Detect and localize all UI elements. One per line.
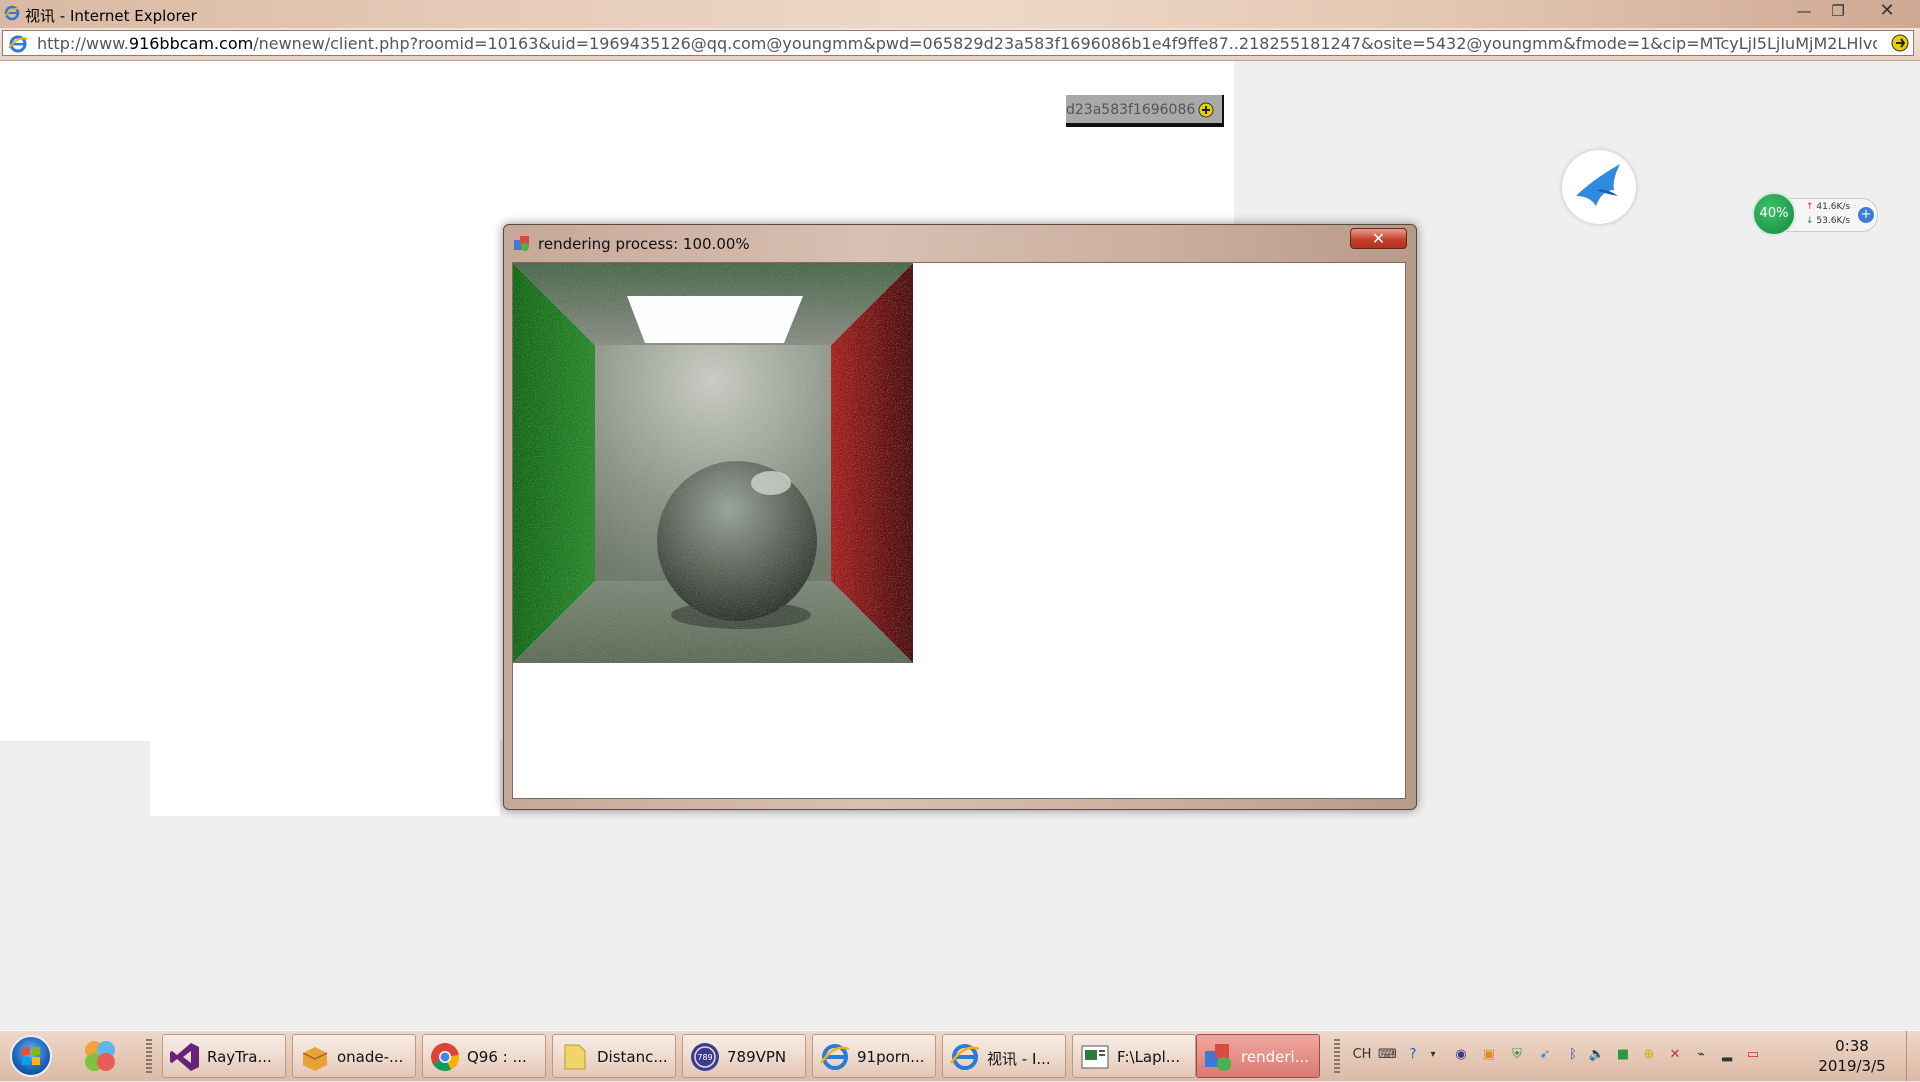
taskbar-item-folder[interactable]: Distanc... bbox=[552, 1034, 676, 1078]
package-tray-icon[interactable]: ▣ bbox=[1480, 1046, 1498, 1064]
vpn-tray-icon[interactable]: ◉ bbox=[1452, 1046, 1470, 1064]
dialog-close-button[interactable]: ✕ bbox=[1350, 228, 1407, 249]
clock[interactable]: 0:38 2019/3/5 bbox=[1804, 1036, 1900, 1076]
taskbar-item-image-viewer[interactable]: F:\Lapl... bbox=[1072, 1034, 1196, 1078]
clock-time: 0:38 bbox=[1835, 1037, 1869, 1055]
signal-icon[interactable]: ▂ bbox=[1718, 1046, 1736, 1064]
dialog-title: rendering process: 100.00% bbox=[538, 235, 750, 253]
bird-tray-icon[interactable]: ➹ bbox=[1536, 1046, 1554, 1064]
page-embedded-widget[interactable]: d23a583f1696086 bbox=[1066, 95, 1224, 127]
taskbar: RayTra... onade-... Q96 : ... Distanc...… bbox=[0, 1030, 1920, 1081]
dialog-client-area bbox=[512, 262, 1406, 799]
visual-studio-icon bbox=[170, 1043, 199, 1071]
taskbar-item-vpn[interactable]: 789 789VPN bbox=[682, 1034, 806, 1078]
keyboard-icon[interactable]: ⌨ bbox=[1378, 1046, 1397, 1064]
close-button[interactable]: ✕ bbox=[1870, 0, 1904, 22]
colorful-app-icon bbox=[85, 1041, 115, 1071]
folder-icon bbox=[564, 1044, 586, 1070]
taskbar-item-label: 视讯 - I... bbox=[987, 1050, 1051, 1068]
address-field[interactable]: http://www.916bbcam.com/newnew/client.ph… bbox=[2, 30, 1914, 56]
ie-icon bbox=[949, 1044, 980, 1070]
go-icon[interactable] bbox=[1891, 34, 1909, 52]
vpn-icon: 789 bbox=[691, 1043, 719, 1071]
plus-icon[interactable] bbox=[1198, 102, 1214, 118]
address-bar: http://www.916bbcam.com/newnew/client.ph… bbox=[0, 28, 1920, 61]
nvidia-icon[interactable]: ■ bbox=[1614, 1046, 1632, 1064]
taskbar-item-onade[interactable]: onade-... bbox=[292, 1034, 416, 1078]
taskbar-item-ie-2[interactable]: 视讯 - I... bbox=[942, 1034, 1066, 1078]
upload-rate-value: 41.6K/s bbox=[1816, 202, 1851, 212]
network-error-icon[interactable]: ✕ bbox=[1666, 1046, 1684, 1064]
ime-options-icon[interactable]: ▾ bbox=[1424, 1046, 1442, 1064]
app-icon bbox=[514, 236, 529, 251]
maximize-button[interactable]: ❐ bbox=[1823, 0, 1853, 22]
ie-icon bbox=[819, 1044, 850, 1070]
windows-logo-icon bbox=[22, 1047, 40, 1065]
start-button[interactable] bbox=[10, 1035, 52, 1077]
package-icon bbox=[302, 1047, 328, 1071]
taskbar-item-renderer[interactable]: renderi... bbox=[1196, 1034, 1320, 1078]
address-url[interactable]: http://www.916bbcam.com/newnew/client.ph… bbox=[37, 34, 1877, 53]
help-icon[interactable]: ? bbox=[1404, 1046, 1422, 1064]
taskbar-item-label: renderi... bbox=[1241, 1048, 1309, 1066]
taskbar-item-label: F:\Lapl... bbox=[1117, 1048, 1181, 1066]
image-viewer-icon bbox=[1081, 1045, 1109, 1069]
widget-text: d23a583f1696086 bbox=[1066, 102, 1196, 118]
taskbar-item-label: onade-... bbox=[337, 1048, 404, 1066]
bird-icon bbox=[1576, 164, 1620, 206]
page-content-lower bbox=[150, 740, 500, 816]
taskbar-item-ie-1[interactable]: 91porn... bbox=[812, 1034, 936, 1078]
minimize-button[interactable]: — bbox=[1790, 0, 1818, 22]
shield-icon[interactable]: ⛨ bbox=[1508, 1046, 1526, 1064]
render-dialog[interactable]: rendering process: 100.00% ✕ bbox=[503, 224, 1417, 810]
download-rate-value: 53.6K/s bbox=[1816, 216, 1851, 226]
taskbar-item-label: Q96 : ... bbox=[467, 1048, 527, 1066]
ie-icon bbox=[4, 5, 20, 21]
network-monitor[interactable]: 40% ↑ 41.6K/s ↓ 53.6K/s + bbox=[1752, 192, 1878, 236]
taskbar-grip[interactable] bbox=[146, 1039, 152, 1073]
up-arrow-icon: ↑ bbox=[1806, 202, 1814, 212]
download-rate: ↓ 53.6K/s bbox=[1806, 216, 1850, 226]
volume-icon[interactable]: 🔈 bbox=[1588, 1046, 1606, 1064]
app-icon bbox=[1205, 1044, 1231, 1071]
bird-widget[interactable] bbox=[1562, 150, 1636, 224]
ie-page-icon bbox=[8, 35, 28, 53]
taskbar-item-raytracer[interactable]: RayTra... bbox=[162, 1034, 286, 1078]
taskbar-item-label: Distanc... bbox=[597, 1048, 668, 1066]
wifi-icon[interactable]: ⌁ bbox=[1692, 1046, 1710, 1064]
plus-icon[interactable]: + bbox=[1858, 207, 1874, 223]
svg-text:789: 789 bbox=[697, 1053, 712, 1062]
system-tray: CH ⌨ ? ▾ ◉ ▣ ⛨ ➹ ᛒ 🔈 ■ ⊕ ✕ ⌁ ▂ ▭ bbox=[1330, 1031, 1830, 1081]
down-arrow-icon: ↓ bbox=[1806, 216, 1814, 226]
network-percent: 40% bbox=[1752, 192, 1796, 236]
taskbar-item-label: 789VPN bbox=[727, 1048, 787, 1066]
upload-rate: ↑ 41.6K/s bbox=[1806, 202, 1850, 212]
taskbar-item-label: RayTra... bbox=[207, 1048, 272, 1066]
taskbar-item-label: 91porn... bbox=[857, 1048, 925, 1066]
sphere-highlight bbox=[751, 471, 791, 495]
plus-tray-icon[interactable]: ⊕ bbox=[1640, 1046, 1658, 1064]
show-desktop-button[interactable] bbox=[1906, 1031, 1920, 1081]
window-title: 视讯 - Internet Explorer bbox=[25, 7, 197, 25]
language-indicator[interactable]: CH bbox=[1352, 1046, 1372, 1064]
glossy-sphere bbox=[657, 461, 817, 621]
clock-date: 2019/3/5 bbox=[1818, 1057, 1886, 1075]
rendered-image bbox=[513, 263, 913, 663]
bluetooth-icon[interactable]: ᛒ bbox=[1564, 1046, 1582, 1064]
tray-grip[interactable] bbox=[1334, 1039, 1340, 1073]
chrome-icon bbox=[431, 1043, 460, 1071]
ceiling-light bbox=[627, 296, 803, 343]
pinned-app-button[interactable] bbox=[78, 1034, 134, 1078]
browser-titlebar[interactable]: 视讯 - Internet Explorer — ❐ ✕ bbox=[0, 0, 1920, 28]
taskbar-item-chrome[interactable]: Q96 : ... bbox=[422, 1034, 546, 1078]
battery-icon[interactable]: ▭ bbox=[1744, 1046, 1762, 1064]
